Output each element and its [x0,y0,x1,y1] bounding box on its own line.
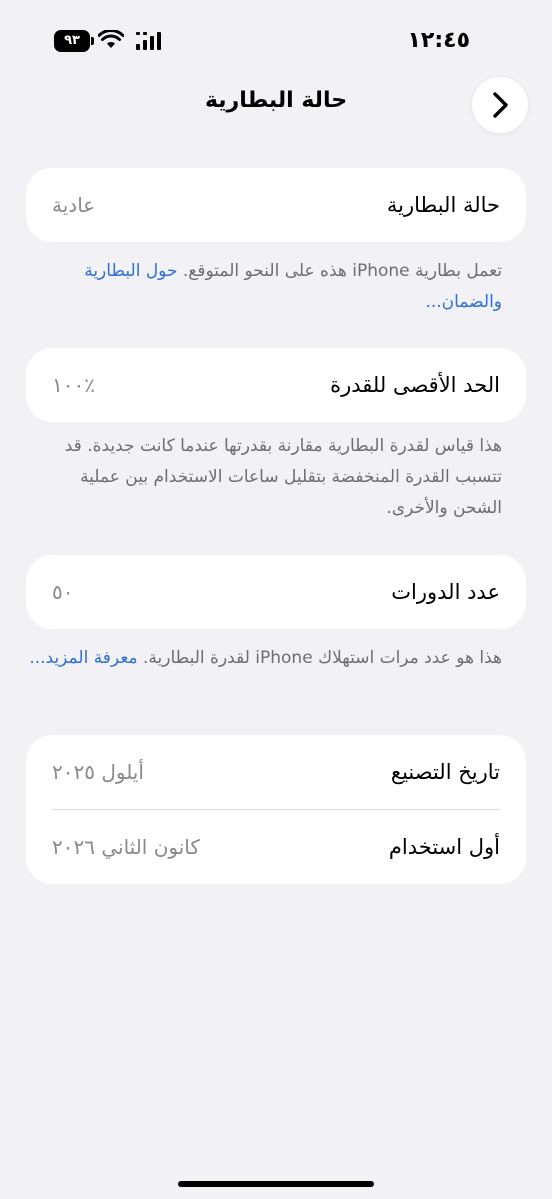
first-use-row: أول استخدام كانون الثاني ٢٠٢٦ [26,810,526,884]
manufacture-date-label: تاريخ التصنيع [390,760,500,784]
status-time: ١٢:٤٥ [407,28,470,53]
wifi-icon [98,30,124,48]
battery-dates-card: تاريخ التصنيع أيلول ٢٠٢٥ أول استخدام كان… [26,735,526,884]
maximum-capacity-row: الحد الأقصى للقدرة ٪١٠٠ [26,348,526,422]
cycle-count-card: عدد الدورات ٥٠ [26,555,526,629]
maximum-capacity-footnote: هذا قياس لقدرة البطارية مقارنة بقدرتها ع… [64,436,502,518]
page-title: حالة البطارية [204,88,348,113]
manufacture-date-value: أيلول ٢٠٢٥ [52,760,144,784]
cycle-count-footnote: هذا هو عدد مرات استهلاك iPhone لقدرة الب… [26,643,502,674]
manufacture-date-row: تاريخ التصنيع أيلول ٢٠٢٥ [26,735,526,809]
cellular-signal-icon [136,32,161,50]
learn-more-link[interactable]: معرفة المزيد... [29,648,137,668]
battery-level: ٩٣ [64,33,80,48]
battery-icon: ٩٣ [54,30,94,52]
status-bar: ٩٣ ١٢:٤٥ [0,26,552,58]
battery-health-screen: ٩٣ ١٢:٤٥ حالة البطارية حالة البطارية عاد… [0,0,552,1199]
maximum-capacity-value: ٪١٠٠ [52,373,95,397]
battery-condition-footnote: تعمل بطارية iPhone هذه على النحو المتوقع… [26,256,502,318]
cycle-count-description: هذا هو عدد مرات استهلاك iPhone لقدرة الب… [143,648,502,668]
maximum-capacity-label: الحد الأقصى للقدرة [330,373,500,397]
battery-condition-row: حالة البطارية عادية [26,168,526,242]
first-use-value: كانون الثاني ٢٠٢٦ [52,835,200,859]
battery-condition-card: حالة البطارية عادية [26,168,526,242]
cycle-count-label: عدد الدورات [391,580,500,604]
cycle-count-row: عدد الدورات ٥٠ [26,555,526,629]
battery-condition-label: حالة البطارية [386,193,500,217]
home-indicator[interactable] [178,1181,374,1187]
maximum-capacity-card: الحد الأقصى للقدرة ٪١٠٠ [26,348,526,422]
battery-condition-value: عادية [52,193,96,217]
cycle-count-value: ٥٠ [52,580,74,604]
battery-condition-description: تعمل بطارية iPhone هذه على النحو المتوقع… [182,261,502,281]
first-use-label: أول استخدام [388,835,500,859]
